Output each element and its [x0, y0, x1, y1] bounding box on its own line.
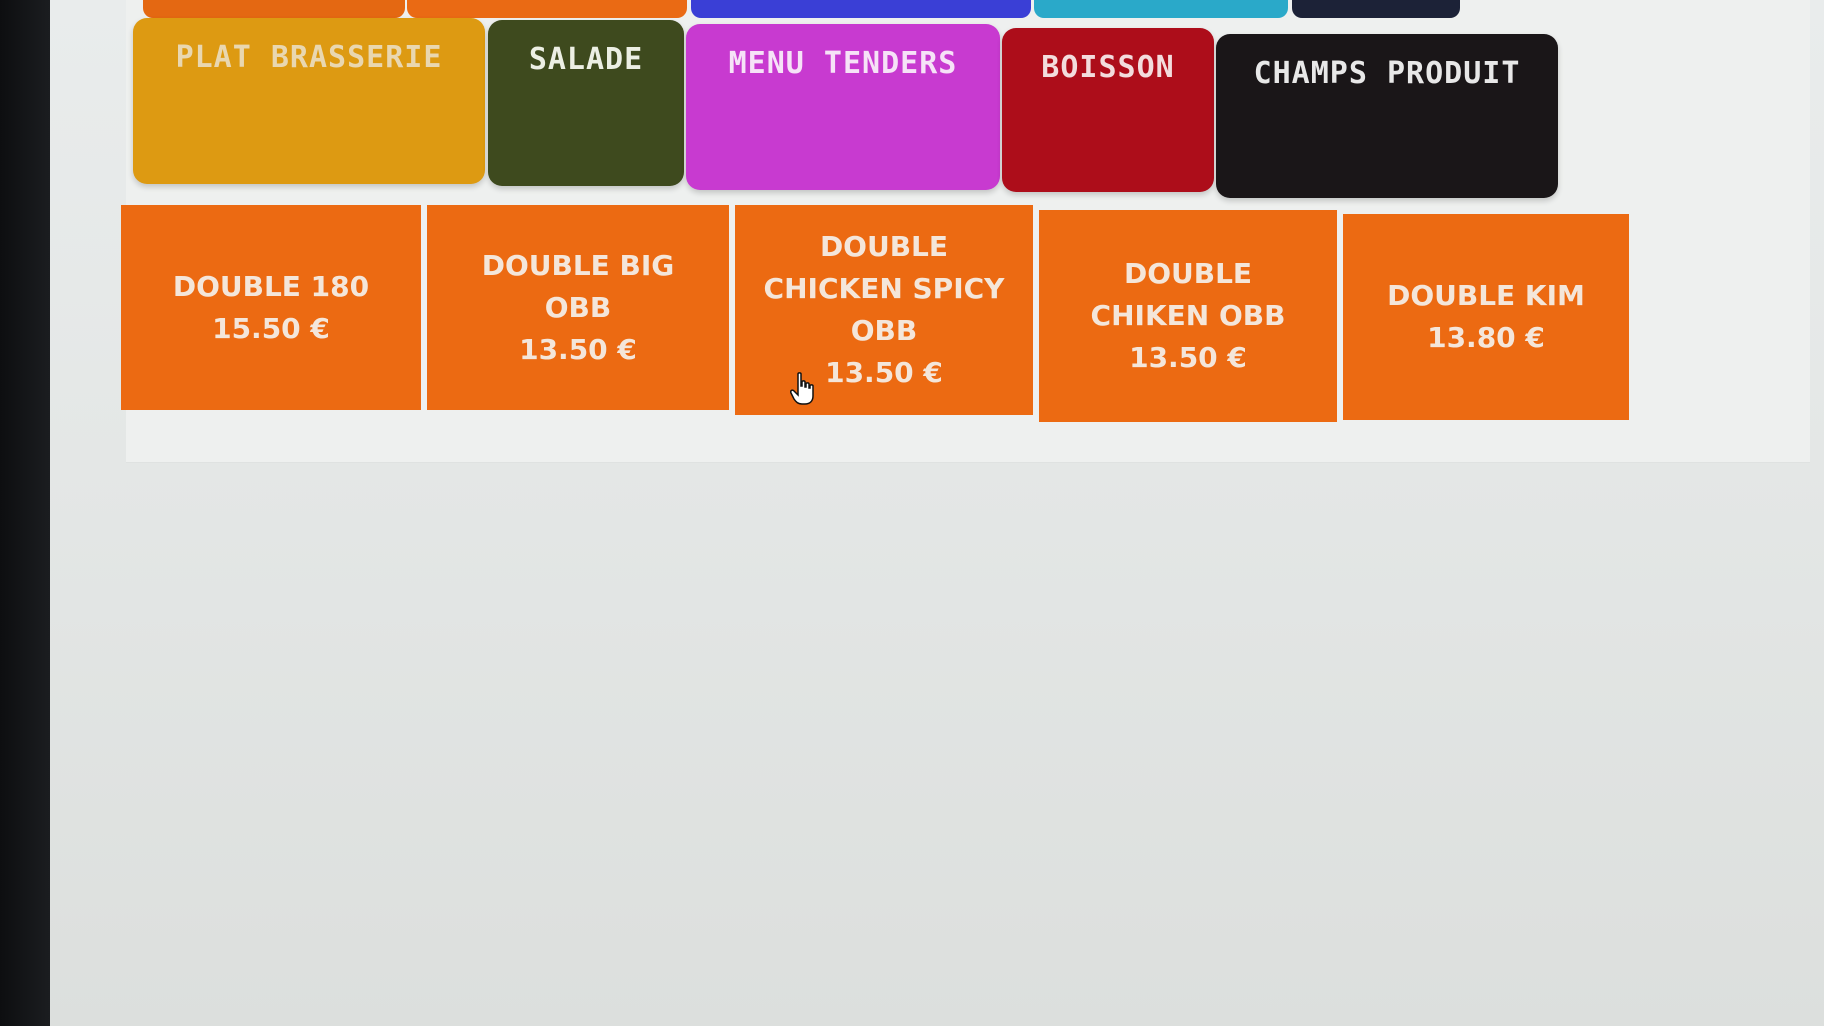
top-tab-partial-5[interactable] — [1292, 0, 1460, 18]
top-tab-partial-3[interactable] — [691, 0, 1031, 18]
product-price: 15.50 € — [212, 311, 330, 345]
product-tile-double-kim[interactable]: DOUBLE KIM 13.80 € — [1343, 214, 1629, 420]
product-name: DOUBLE CHIKEN OBB — [1090, 257, 1286, 332]
product-name: DOUBLE 180 — [172, 269, 370, 303]
product-tile-double-chicken-spicy-obb[interactable]: DOUBLE CHICKEN SPICY OBB 13.50 € — [735, 205, 1033, 415]
product-price: 13.50 € — [519, 332, 637, 366]
product-name: DOUBLE CHICKEN SPICY OBB — [763, 230, 1005, 347]
hand-pointer-icon — [790, 372, 816, 406]
product-price: 13.50 € — [1129, 341, 1247, 374]
category-tab-label: BOISSON — [1041, 50, 1175, 85]
category-tab-label: CHAMPS PRODUIT — [1253, 56, 1521, 91]
product-tile-double-big-obb[interactable]: DOUBLE BIG OBB 13.50 € — [427, 205, 729, 410]
product-price: 13.80 € — [1427, 321, 1545, 354]
category-tab-plat-brasserie[interactable]: PLAT BRASSERIE — [133, 18, 485, 184]
product-tile-double-chiken-obb[interactable]: DOUBLE CHIKEN OBB 13.50 € — [1039, 210, 1337, 422]
category-tab-champs-produit[interactable]: CHAMPS PRODUIT — [1216, 34, 1558, 198]
product-name: DOUBLE KIM — [1387, 279, 1585, 312]
top-tab-partial-4[interactable] — [1034, 0, 1288, 18]
category-tab-salade[interactable]: SALADE — [488, 20, 684, 186]
category-tab-label: PLAT BRASSERIE — [175, 40, 443, 75]
screen-bezel — [0, 0, 50, 1026]
category-tab-label: SALADE — [528, 42, 644, 77]
category-tab-label: MENU TENDERS — [728, 46, 958, 81]
product-name: DOUBLE BIG OBB — [481, 248, 675, 324]
top-tab-partial-2[interactable] — [407, 0, 687, 18]
product-price: 13.50 € — [825, 356, 943, 389]
product-tile-double-180[interactable]: DOUBLE 180 15.50 € — [121, 205, 421, 410]
category-tab-boisson[interactable]: BOISSON — [1002, 28, 1214, 192]
top-tab-partial-1[interactable] — [143, 0, 405, 18]
category-tab-menu-tenders[interactable]: MENU TENDERS — [686, 24, 1000, 190]
